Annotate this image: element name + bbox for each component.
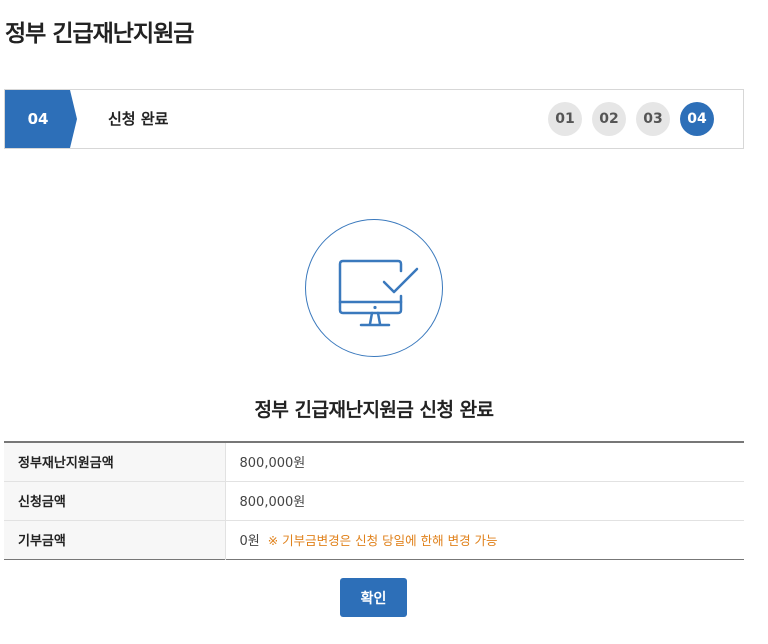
step-circle-01: 01: [548, 102, 582, 136]
row-label: 정부재난지원금액: [4, 442, 226, 482]
step-circle-03: 03: [636, 102, 670, 136]
row-value: 0원 ※ 기부금변경은 신청 당일에 한해 변경 가능: [225, 520, 744, 559]
completion-title: 정부 긴급재난지원금 신청 완료: [254, 399, 494, 421]
table-row: 기부금액 0원 ※ 기부금변경은 신청 당일에 한해 변경 가능: [4, 520, 744, 559]
monitor-check-icon: [305, 219, 443, 357]
page-title: 정부 긴급재난지원금: [5, 21, 194, 47]
row-label: 기부금액: [4, 520, 226, 559]
current-step-arrow: 04: [5, 90, 77, 148]
current-step-name: 신청 완료: [108, 110, 169, 128]
row-value: 800,000원: [225, 442, 744, 482]
row-value: 800,000원: [225, 481, 744, 521]
amount-value: 800,000원: [239, 456, 306, 472]
table-row: 정부재난지원금액 800,000원: [4, 442, 744, 482]
step-indicator-bar: 04 신청 완료 01 02 03 04: [4, 89, 744, 149]
donation-change-note: ※ 기부금변경은 신청 당일에 한해 변경 가능: [267, 533, 498, 548]
current-step-number: 04: [27, 110, 49, 128]
step-circle-02: 02: [592, 102, 626, 136]
row-label: 신청금액: [4, 481, 226, 521]
table-row: 신청금액 800,000원: [4, 481, 744, 521]
step-circles: 01 02 03 04: [548, 102, 714, 136]
amount-value: 800,000원: [239, 495, 306, 510]
step-circle-04: 04: [680, 102, 714, 136]
amount-value: 0원: [239, 534, 260, 549]
application-summary-table: 정부재난지원금액 800,000원 신청금액 800,000원 기부금액 0원 ※…: [4, 441, 744, 560]
confirm-button[interactable]: 확인: [340, 578, 407, 617]
